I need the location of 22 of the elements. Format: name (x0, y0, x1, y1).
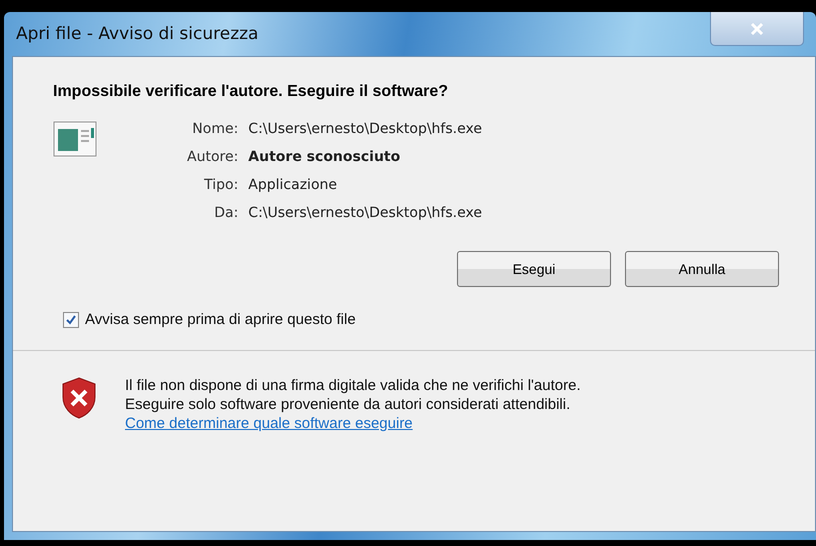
close-button[interactable] (710, 12, 804, 46)
field-label: Nome: (192, 121, 238, 137)
dialog-heading: Impossibile verificare l'autore. Eseguire il software? (52, 82, 450, 101)
window-title: Apri file - Avviso di sicurezza (15, 24, 258, 44)
application-icon (53, 121, 97, 157)
warning-text: Eseguire solo software proveniente da autori considerati attendibili. (125, 396, 572, 413)
field-value: Autore sconosciuto (248, 149, 402, 165)
checkbox-label: Avvisa sempre prima di aprire questo file (85, 311, 356, 328)
field-value: C:\Users\ernesto\Desktop\hfs.exe (248, 205, 482, 221)
field-label: Tipo: (204, 177, 238, 193)
field-value: C:\Users\ernesto\Desktop\hfs.exe (248, 121, 482, 137)
checkbox[interactable] (63, 312, 79, 328)
field-label: Da: (214, 205, 238, 221)
checkmark-icon (66, 314, 76, 324)
shield-error-icon (61, 377, 97, 419)
cancel-button[interactable]: Annulla (625, 251, 779, 287)
run-button[interactable]: Esegui (457, 251, 611, 287)
field-label: Autore: (187, 149, 238, 165)
help-link[interactable]: Come determinare quale software eseguire (125, 415, 581, 432)
warning-text: Il file non dispone di una firma digitale valida che ne verifichi l'autore. (125, 377, 581, 394)
field-value: Applicazione (248, 177, 338, 193)
close-icon (750, 22, 764, 36)
